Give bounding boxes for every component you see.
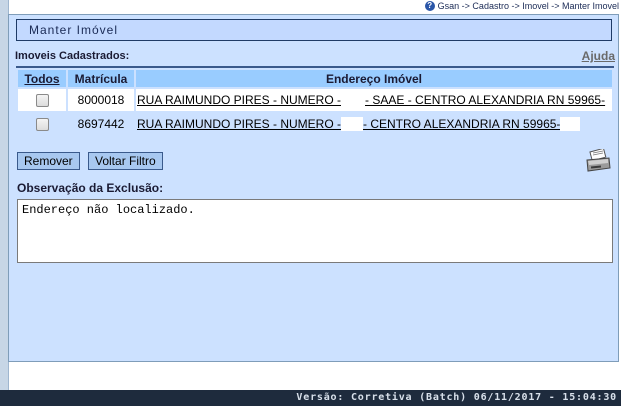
imoveis-table: Todos Matrícula Endereço Imóvel 8000018 … [16,66,614,148]
table-row: 8697442 RUA RAIMUNDO PIRES - NUMERO - - C… [18,113,612,135]
row-checkbox[interactable] [35,118,49,132]
voltar-filtro-button[interactable]: Voltar Filtro [88,152,163,170]
table-header-row: Todos Matrícula Endereço Imóvel [18,70,612,87]
endereco-cell: RUA RAIMUNDO PIRES - NUMERO - - CENTRO AL… [136,113,612,135]
column-header-matricula: Matrícula [68,70,134,87]
matricula-cell: 8000018 [68,89,134,111]
remover-button[interactable]: Remover [17,152,80,170]
section-label: Imoveis Cadastrados: [15,50,130,62]
endereco-part-b: - CENTRO ALEXANDRIA RN 59965- [363,116,561,131]
breadcrumb-text: Gsan -> Cadastro -> Imovel -> Manter Imo… [437,1,619,11]
redacted-block [341,117,364,132]
observacao-textarea[interactable]: Endereço não localizado. [17,199,613,263]
help-icon[interactable]: ? [424,1,435,11]
row-checkbox-cell [18,113,66,135]
table-row: 8000018 RUA RAIMUNDO PIRES - NUMERO - - S… [18,89,612,111]
endereco-part-a: RUA RAIMUNDO PIRES - NUMERO - [137,116,342,131]
select-all-link[interactable]: Todos [18,70,66,87]
redacted-block [341,93,366,108]
endereco-cell: RUA RAIMUNDO PIRES - NUMERO - - SAAE - CE… [136,89,612,111]
version-footer: Versão: Corretiva (Batch) 06/11/2017 - 1… [0,390,621,406]
redacted-block [560,117,581,132]
row-checkbox-cell [18,89,66,111]
row-checkbox[interactable] [35,94,49,108]
main-panel: Manter Imóvel Imoveis Cadastrados: Ajuda… [8,14,619,362]
help-link[interactable]: Ajuda [582,49,615,63]
column-header-endereco: Endereço Imóvel [136,70,612,87]
observacao-label: Observação da Exclusão: [17,181,164,195]
matricula-cell: 8697442 [68,113,134,135]
section-header: Imoveis Cadastrados: Ajuda [15,48,615,64]
endereco-link[interactable]: RUA RAIMUNDO PIRES - NUMERO - - CENTRO AL… [137,116,581,132]
endereco-part-b: - SAAE - CENTRO ALEXANDRIA RN 59965- [365,92,606,107]
printer-icon[interactable] [584,149,612,173]
page-title: Manter Imóvel [16,19,612,41]
breadcrumb: ? Gsan -> Cadastro -> Imovel -> Manter I… [424,0,619,12]
endereco-link[interactable]: RUA RAIMUNDO PIRES - NUMERO - - SAAE - CE… [137,92,606,108]
endereco-part-a: RUA RAIMUNDO PIRES - NUMERO - [137,92,342,107]
